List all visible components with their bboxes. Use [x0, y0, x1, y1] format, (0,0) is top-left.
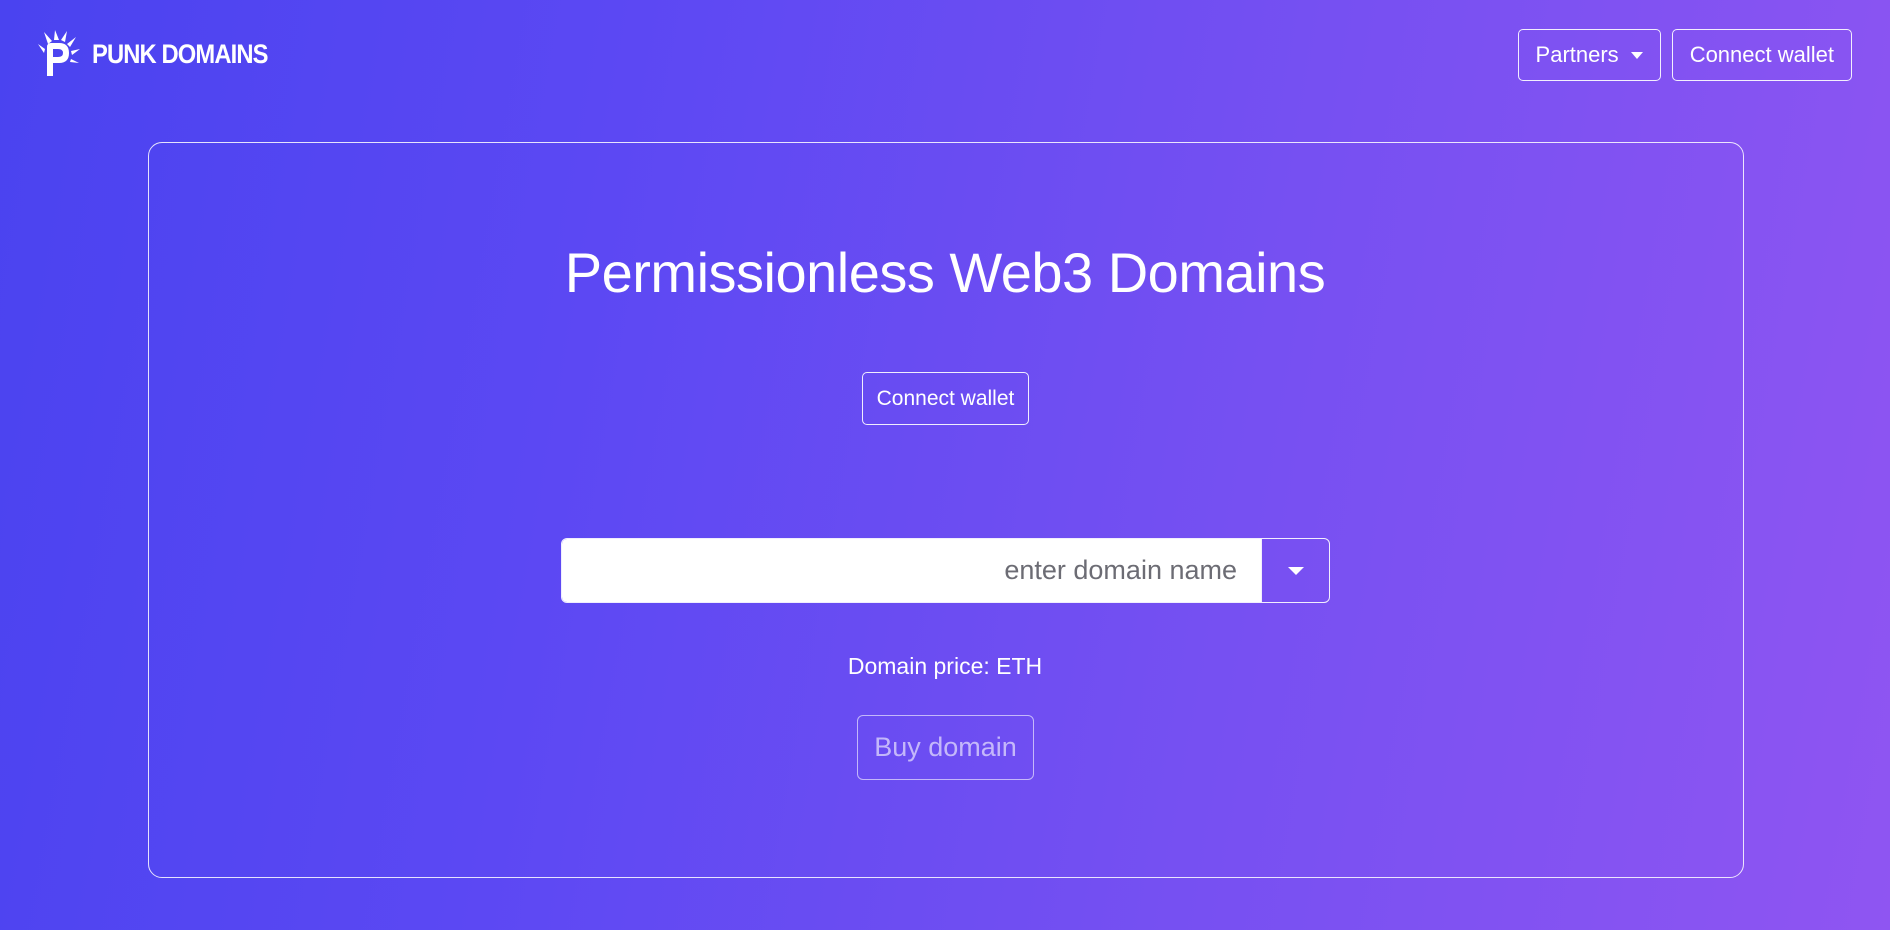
hero-connect-wallet-button[interactable]: Connect wallet: [862, 372, 1029, 425]
domain-price: Domain price: ETH: [847, 653, 1043, 679]
nav-connect-wallet-label: Connect wallet: [1689, 42, 1834, 67]
domain-input-group: [561, 538, 1330, 603]
buy-domain-button[interactable]: Buy domain: [857, 715, 1034, 780]
domain-name-input[interactable]: [562, 539, 1261, 602]
nav-actions: Partners Connect wallet: [1517, 29, 1852, 81]
brand-link[interactable]: PUNK DOMAINS: [38, 30, 292, 78]
top-navbar: PUNK DOMAINS Partners Connect wallet: [0, 0, 1890, 110]
hero-connect-wallet-label: Connect wallet: [876, 386, 1015, 410]
partners-dropdown-button[interactable]: Partners: [1517, 29, 1661, 81]
caret-down-icon: [1287, 566, 1304, 575]
nav-connect-wallet-button[interactable]: Connect wallet: [1671, 29, 1852, 81]
partners-label: Partners: [1535, 42, 1619, 67]
brand-name: PUNK DOMAINS: [92, 38, 268, 69]
caret-down-icon: [1630, 51, 1643, 59]
page-title: Permissionless Web3 Domains: [564, 241, 1326, 304]
buy-domain-label: Buy domain: [874, 732, 1017, 762]
punk-domains-logo-icon: [38, 30, 80, 76]
tld-dropdown-button[interactable]: [1261, 539, 1329, 602]
